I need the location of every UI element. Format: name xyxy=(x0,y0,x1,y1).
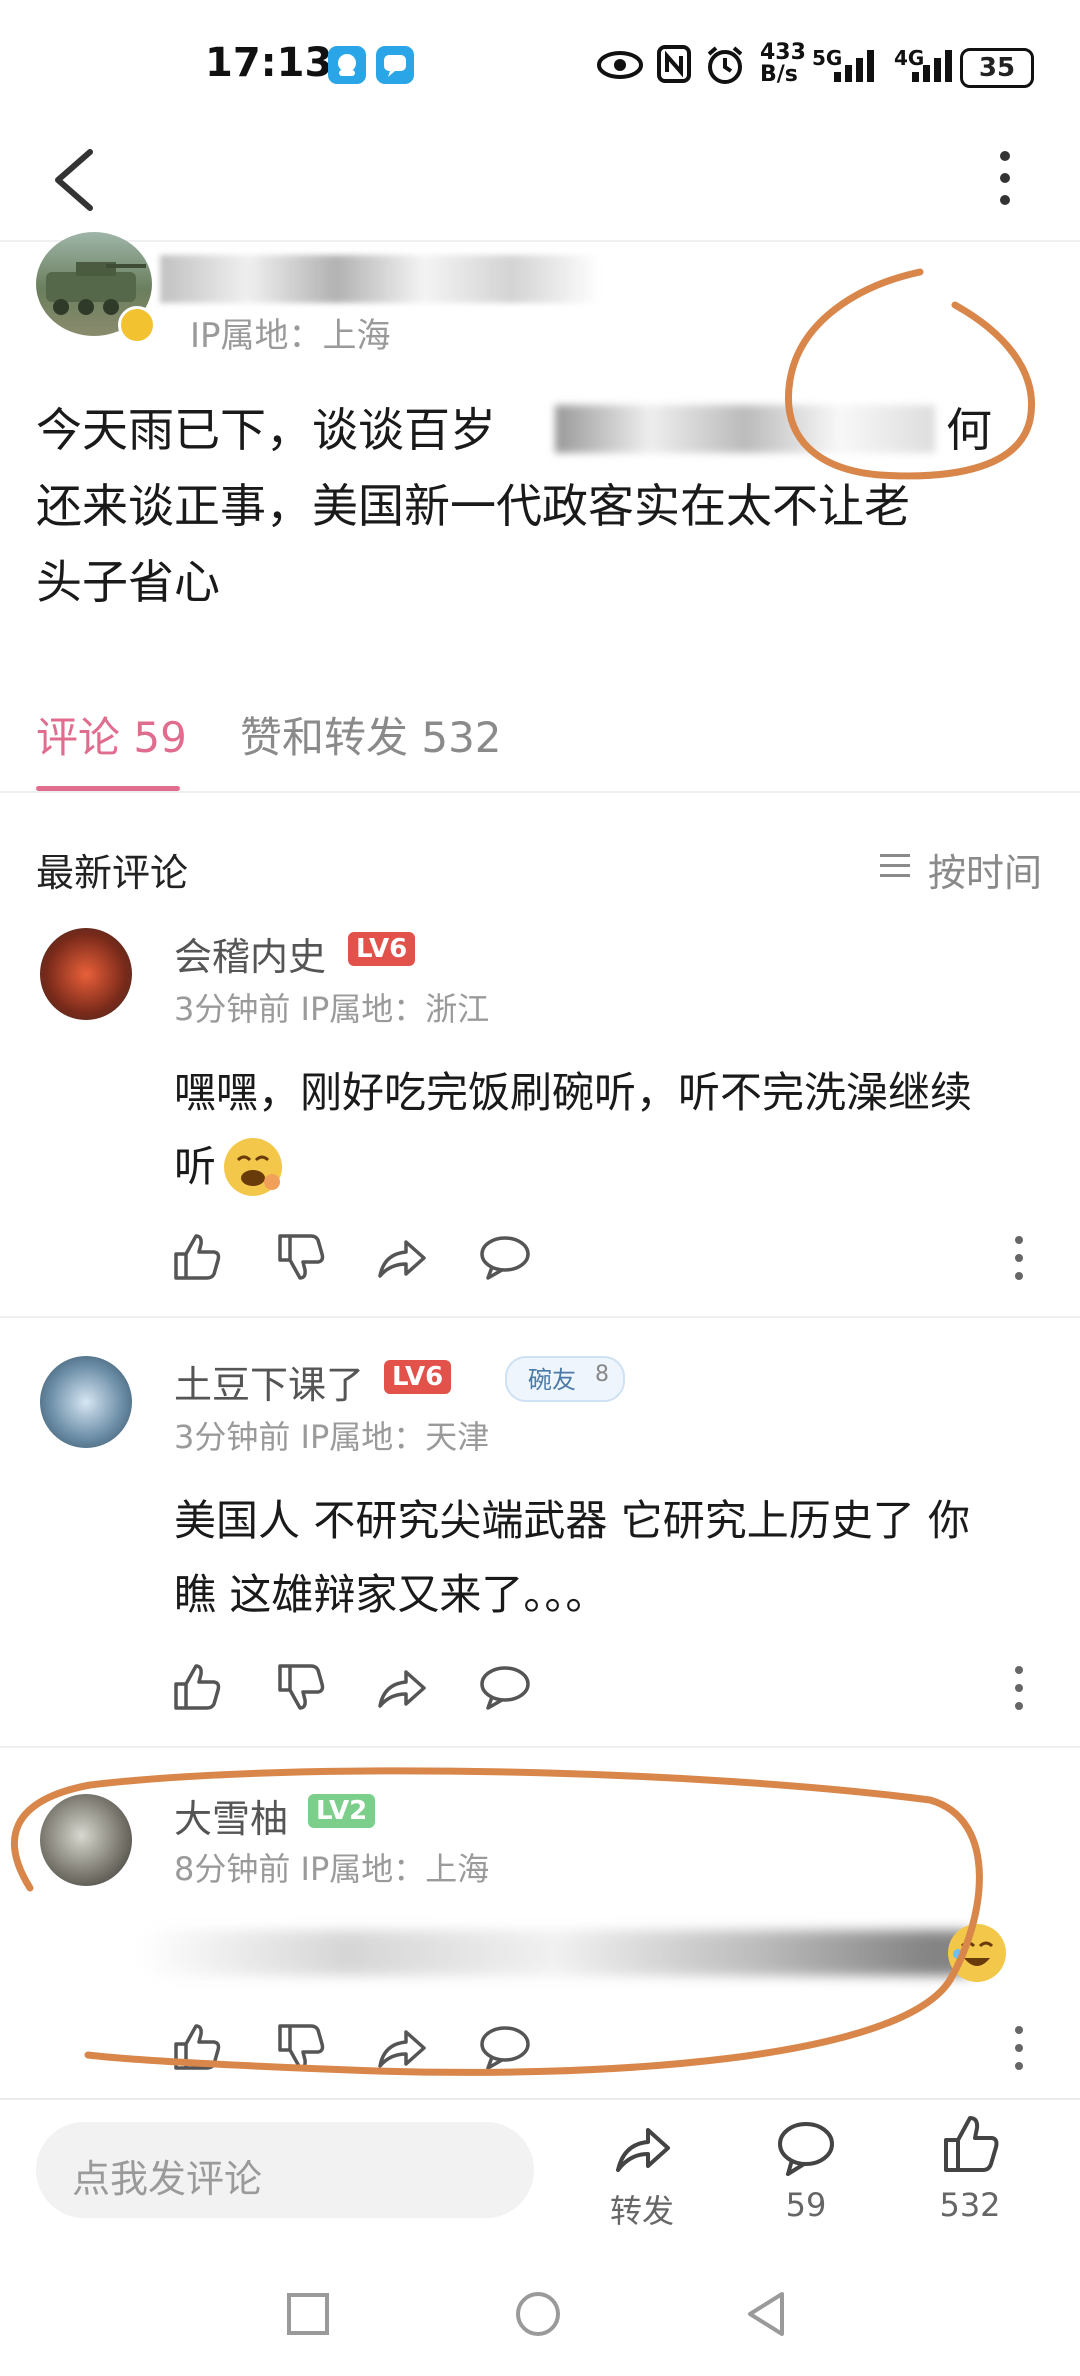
back-nav-icon[interactable] xyxy=(744,2290,788,2342)
share-icon[interactable] xyxy=(374,2022,428,2072)
level-badge: LV6 xyxy=(348,932,416,966)
net-speed: 433 B/s xyxy=(760,42,806,86)
comment-body-line2: 瞧 这雄辩家又来了。。。 xyxy=(174,1570,608,1619)
tab-likes-reposts[interactable]: 赞和转发 532 xyxy=(240,704,502,765)
comment-body-line1: 美国人 不研究尖端武器 它研究上历史了 你 xyxy=(174,1496,971,1545)
post-text-line1-start: 今天雨已下，谈谈百岁 xyxy=(36,403,496,457)
fan-badge-level: 8 xyxy=(595,1362,609,1387)
signal-4g-icon xyxy=(908,46,956,88)
nfc-icon xyxy=(656,44,692,88)
more-options-icon[interactable] xyxy=(990,148,1020,208)
message-app-icon xyxy=(376,46,414,84)
comment-body: 嘿嘿，刚好吃完饭刷碗听，听不完洗澡继续 听 xyxy=(174,1056,1034,1204)
share-icon[interactable] xyxy=(374,1232,428,1282)
post-text-line3: 头子省心 xyxy=(36,555,220,609)
post-text-line1-end: 何 xyxy=(946,403,992,457)
comment-icon[interactable] xyxy=(776,2118,836,2178)
grinning-emoji-icon xyxy=(224,1138,282,1196)
like-icon[interactable] xyxy=(940,2114,1000,2174)
home-icon[interactable] xyxy=(514,2290,562,2342)
commenter-avatar[interactable] xyxy=(40,1794,132,1886)
level-badge: LV6 xyxy=(384,1360,452,1394)
commenter-avatar[interactable] xyxy=(40,928,132,1020)
fan-badge-label: 碗友 xyxy=(528,1366,576,1394)
top-nav-bar xyxy=(0,130,1080,240)
nav-divider xyxy=(0,240,1080,242)
comment-body-line2: 听 xyxy=(174,1142,217,1191)
qq-app-icon xyxy=(328,46,366,84)
back-arrow-icon[interactable] xyxy=(48,140,100,220)
dislike-icon[interactable] xyxy=(274,1662,328,1712)
tab-divider xyxy=(0,791,1080,793)
reply-icon[interactable] xyxy=(478,1662,532,1712)
latest-comments-heading: 最新评论 xyxy=(36,851,189,895)
like-count[interactable]: 532 xyxy=(910,2186,1030,2224)
reply-icon[interactable] xyxy=(478,1232,532,1282)
comment-body-redacted xyxy=(140,1930,970,1976)
battery-indicator: 35 xyxy=(960,48,1034,88)
comment-input-placeholder: 点我发评论 xyxy=(72,2157,263,2201)
repost-label[interactable]: 转发 xyxy=(582,2186,702,2232)
tab-active-indicator xyxy=(36,786,180,791)
comment-meta: 3分钟前 IP属地：浙江 xyxy=(174,990,490,1028)
level-badge: LV2 xyxy=(308,1794,376,1828)
status-time: 17:13 xyxy=(205,40,333,86)
comment-count[interactable]: 59 xyxy=(746,2186,866,2224)
repost-icon[interactable] xyxy=(612,2118,672,2178)
comment-body: 美国人 不研究尖端武器 它研究上历史了 你 瞧 这雄辩家又来了。。。 xyxy=(174,1484,1044,1632)
like-icon[interactable] xyxy=(170,1232,224,1282)
dislike-icon[interactable] xyxy=(274,2022,328,2072)
tab-comments[interactable]: 评论 59 xyxy=(36,704,187,765)
sort-icon[interactable] xyxy=(880,852,914,880)
commenter-name[interactable]: 会稽内史 xyxy=(174,926,326,981)
alarm-icon xyxy=(704,44,746,90)
like-icon[interactable] xyxy=(170,2022,224,2072)
comment-divider xyxy=(0,1316,1080,1318)
laughing-emoji-icon xyxy=(948,1924,1006,1982)
dislike-icon[interactable] xyxy=(274,1232,328,1282)
comment-body-line1: 嘿嘿，刚好吃完饭刷碗听，听不完洗澡继续 xyxy=(174,1068,973,1117)
post-ip-location: IP属地：上海 xyxy=(190,316,391,356)
verified-badge-icon xyxy=(118,306,156,344)
eye-icon xyxy=(596,48,644,86)
net-speed-value: 433 xyxy=(760,40,806,65)
author-name-redacted xyxy=(160,255,600,303)
commenter-name[interactable]: 大雪柚 xyxy=(174,1788,288,1843)
post-text-line2: 还来谈正事，美国新一代政客实在太不让老 xyxy=(36,479,910,533)
sort-by-time-button[interactable]: 按时间 xyxy=(928,842,1042,897)
comment-meta: 8分钟前 IP属地：上海 xyxy=(174,1850,490,1888)
comment-more-icon[interactable] xyxy=(1010,1234,1028,1282)
share-icon[interactable] xyxy=(374,1662,428,1712)
signal-5g-icon xyxy=(830,46,882,88)
commenter-name[interactable]: 土豆下课了 xyxy=(174,1354,364,1409)
comment-more-icon[interactable] xyxy=(1010,1664,1028,1712)
bottom-bar-divider xyxy=(0,2098,1080,2100)
net-speed-unit: B/s xyxy=(760,62,798,87)
reply-icon[interactable] xyxy=(478,2022,532,2072)
comment-meta: 3分钟前 IP属地：天津 xyxy=(174,1418,490,1456)
recent-apps-icon[interactable] xyxy=(286,2292,330,2340)
like-icon[interactable] xyxy=(170,1662,224,1712)
commenter-avatar[interactable] xyxy=(40,1356,132,1448)
comment-divider xyxy=(0,1746,1080,1748)
comment-more-icon[interactable] xyxy=(1010,2024,1028,2072)
post-text-redacted xyxy=(555,405,935,453)
